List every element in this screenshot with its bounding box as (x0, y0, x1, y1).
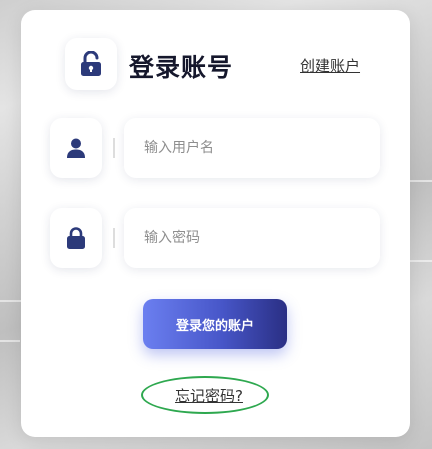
password-icon-badge (50, 208, 102, 268)
background-streak (410, 180, 432, 182)
background-streak (0, 340, 20, 342)
username-field-wrapper (124, 118, 380, 178)
user-icon (67, 138, 85, 158)
unlock-icon (81, 51, 101, 76)
lock-icon (67, 227, 85, 249)
forgot-password-link[interactable]: 忘记密码? (175, 385, 243, 406)
login-button[interactable]: 登录您的账户 (143, 299, 287, 349)
background-streak (410, 260, 432, 262)
password-field-wrapper (124, 208, 380, 268)
login-card: 登录账号 创建账户 登录您的账户 忘记密码? (21, 10, 410, 437)
password-input[interactable] (124, 208, 364, 268)
username-input[interactable] (124, 118, 364, 178)
create-account-link[interactable]: 创建账户 (300, 55, 360, 76)
page-title: 登录账号 (129, 53, 234, 82)
input-separator (113, 228, 115, 248)
username-icon-badge (50, 118, 102, 178)
input-separator (113, 138, 115, 158)
logo-badge (65, 38, 117, 90)
